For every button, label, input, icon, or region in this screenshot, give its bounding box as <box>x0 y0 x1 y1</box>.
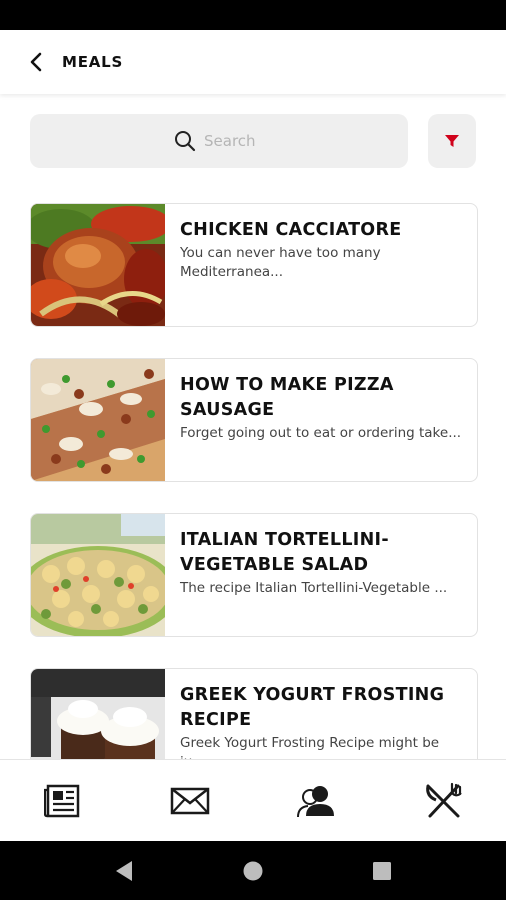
system-back-button[interactable] <box>104 851 144 891</box>
page-title: MEALS <box>62 53 124 71</box>
status-bar <box>0 0 506 30</box>
nav-meals-button[interactable] <box>411 769 475 833</box>
search-input[interactable] <box>204 132 264 150</box>
news-icon <box>44 784 80 817</box>
meal-title: CHICKEN CACCIATORE <box>180 220 402 240</box>
system-recents-button[interactable] <box>362 851 402 891</box>
nav-profile-button[interactable] <box>284 769 348 833</box>
android-navigation-bar <box>0 841 506 900</box>
meal-image-chicken-cacciatore <box>31 204 165 326</box>
meal-image-pizza-sausage <box>31 359 165 481</box>
search-icon <box>175 131 196 152</box>
meal-image-tortellini-salad <box>31 514 165 636</box>
meal-title: HOW TO MAKE PIZZA SAUSAGE <box>180 375 394 420</box>
chevron-left-icon <box>30 52 42 72</box>
bottom-navigation <box>0 759 506 841</box>
meal-title: ITALIAN TORTELLINI-VEGETABLE SALAD <box>180 530 389 575</box>
system-home-button[interactable] <box>233 851 273 891</box>
meal-description: Greek Yogurt Frosting Recipe might be ju… <box>180 735 440 759</box>
filter-icon <box>445 135 459 147</box>
nav-mail-button[interactable] <box>158 769 222 833</box>
mail-icon <box>170 787 209 814</box>
meal-description: You can never have too many Mediterranea… <box>180 245 381 280</box>
circle-home-icon <box>243 861 263 880</box>
filter-button[interactable] <box>428 114 476 168</box>
triangle-back-icon <box>116 860 133 881</box>
meal-card[interactable]: GREEK YOGURT FROSTING RECIPE Greek Yogur… <box>30 668 478 759</box>
profile-icon <box>297 785 335 817</box>
meal-title: GREEK YOGURT FROSTING RECIPE <box>180 685 445 730</box>
app-header: MEALS <box>0 30 506 94</box>
back-button[interactable] <box>22 48 50 76</box>
search-bar[interactable] <box>30 114 408 168</box>
meal-image-greek-yogurt-frosting <box>31 669 165 759</box>
meal-card[interactable]: HOW TO MAKE PIZZA SAUSAGE Forget going o… <box>30 358 478 482</box>
square-recents-icon <box>372 861 391 880</box>
meals-icon <box>425 782 462 817</box>
meal-list: CHICKEN CACCIATORE You can never have to… <box>30 203 478 759</box>
nav-news-button[interactable] <box>31 769 95 833</box>
meal-description: Forget going out to eat or ordering take… <box>180 425 462 441</box>
meal-card[interactable]: ITALIAN TORTELLINI-VEGETABLE SALAD The r… <box>30 513 478 637</box>
meal-description: The recipe Italian Tortellini-Vegetable … <box>180 580 448 596</box>
meal-card[interactable]: CHICKEN CACCIATORE You can never have to… <box>30 203 478 327</box>
